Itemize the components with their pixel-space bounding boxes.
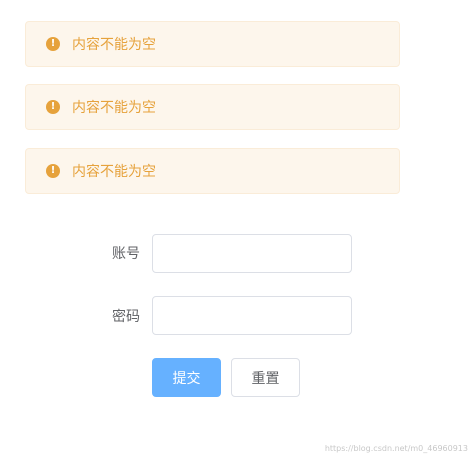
password-label: 密码 bbox=[112, 309, 140, 325]
warning-alert: ! 内容不能为空 bbox=[25, 148, 400, 194]
warning-alert: ! 内容不能为空 bbox=[25, 21, 400, 67]
exclamation-circle-icon: ! bbox=[46, 100, 60, 114]
exclamation-circle-icon: ! bbox=[46, 164, 60, 178]
alert-message: 内容不能为空 bbox=[72, 100, 156, 116]
warning-alert: ! 内容不能为空 bbox=[25, 84, 400, 130]
alert-message: 内容不能为空 bbox=[72, 164, 156, 180]
account-input[interactable] bbox=[152, 234, 352, 273]
page: ! 内容不能为空 ! 内容不能为空 ! 内容不能为空 账号 密码 提交 重置 h… bbox=[0, 0, 474, 457]
submit-button[interactable]: 提交 bbox=[152, 358, 221, 397]
exclamation-circle-icon: ! bbox=[46, 37, 60, 51]
watermark: https://blog.csdn.net/m0_46960913 bbox=[324, 444, 468, 453]
reset-button[interactable]: 重置 bbox=[231, 358, 300, 397]
account-label: 账号 bbox=[112, 246, 140, 262]
password-input[interactable] bbox=[152, 296, 352, 335]
alert-message: 内容不能为空 bbox=[72, 37, 156, 53]
